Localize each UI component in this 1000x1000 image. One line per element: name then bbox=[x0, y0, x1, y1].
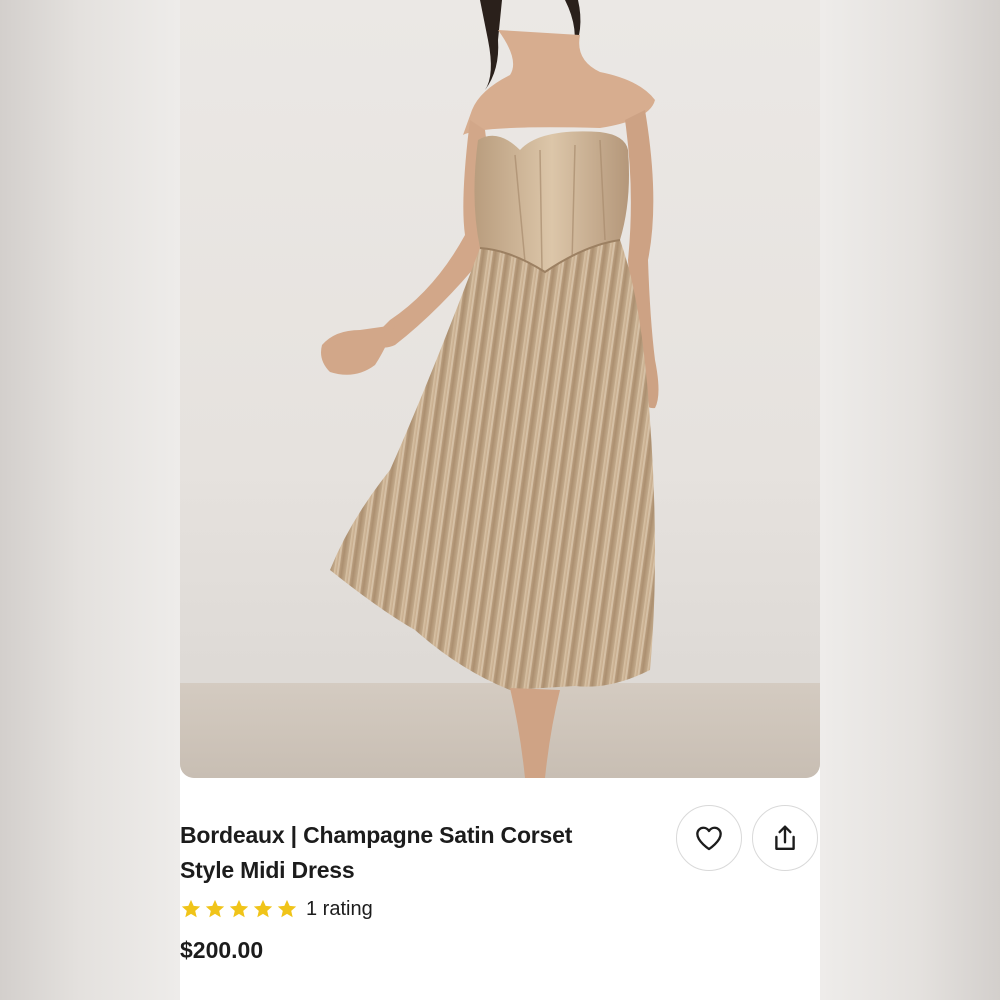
product-title-line-2: Style Midi Dress bbox=[180, 857, 355, 883]
star-icon bbox=[229, 899, 249, 918]
share-icon bbox=[775, 825, 795, 850]
product-price: $200.00 bbox=[180, 937, 264, 963]
product-image[interactable] bbox=[180, 0, 820, 778]
star-icon bbox=[253, 899, 273, 918]
product-title-line-1: Bordeaux | Champagne Satin Corset bbox=[180, 822, 573, 848]
star-icon bbox=[181, 899, 201, 918]
rating-count[interactable]: 1 rating bbox=[306, 898, 373, 921]
star-icon bbox=[277, 899, 297, 918]
dress-photo bbox=[180, 0, 820, 778]
product-card: Bordeaux | Champagne Satin Corset Style … bbox=[180, 0, 820, 1000]
like-button[interactable] bbox=[676, 805, 742, 871]
rating-row[interactable]: 1 rating bbox=[180, 895, 373, 923]
share-button[interactable] bbox=[752, 805, 818, 871]
heart-icon bbox=[696, 826, 722, 851]
product-title: Bordeaux | Champagne Satin Corset Style … bbox=[180, 818, 660, 888]
star-icon bbox=[205, 899, 225, 918]
star-rating bbox=[180, 898, 298, 920]
